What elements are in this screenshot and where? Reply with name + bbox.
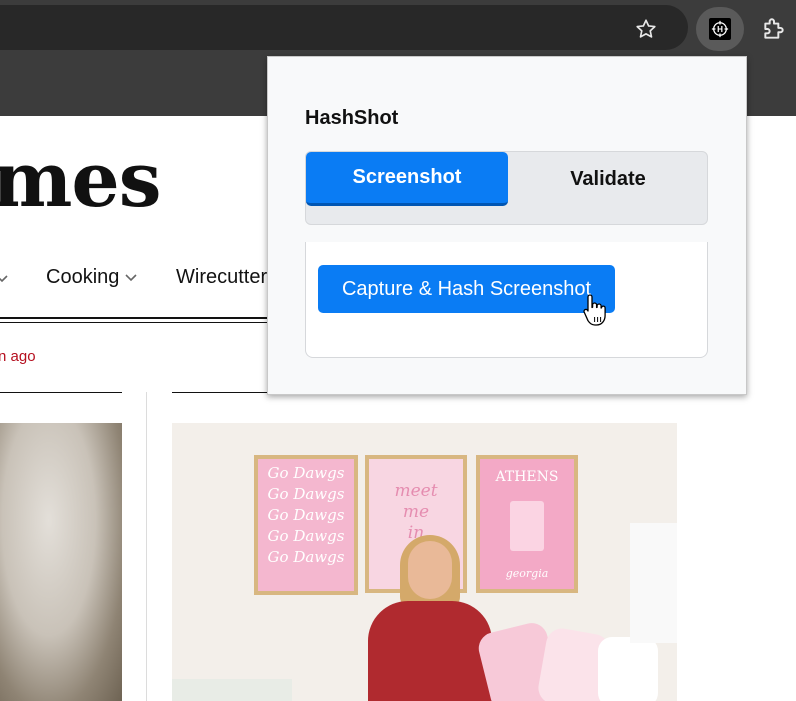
tab-bar: Screenshot Validate <box>305 151 708 225</box>
puzzle-icon[interactable] <box>758 14 790 44</box>
poster-text: meet me in <box>394 481 438 543</box>
tab-screenshot[interactable]: Screenshot <box>306 152 508 206</box>
person-face <box>408 541 452 599</box>
browser-toolbar: H <box>0 0 796 58</box>
popup-title: HashShot <box>305 107 399 129</box>
divider <box>172 392 268 393</box>
poster: ATHENS georgia <box>476 455 578 593</box>
chevron-down-icon[interactable] <box>0 266 8 289</box>
hashshot-popup: HashShot Screenshot Validate Capture & H… <box>267 56 747 395</box>
tab-validate[interactable]: Validate <box>508 152 708 206</box>
capture-hash-button[interactable]: Capture & Hash Screenshot <box>318 265 615 313</box>
hashshot-extension-icon: H <box>709 18 731 40</box>
nav-item-cooking[interactable]: Cooking <box>46 266 137 289</box>
article-photo[interactable] <box>0 423 122 701</box>
nav-item-label: Cooking <box>46 266 120 288</box>
chevron-down-icon <box>125 274 137 281</box>
poster: Go Dawgs Go Dawgs Go Dawgs Go Dawgs Go Dawgs <box>254 455 358 595</box>
nav-item-label: Wirecutter <box>176 266 268 288</box>
pillow <box>598 637 658 701</box>
hashshot-extension-button[interactable]: H <box>696 7 744 51</box>
divider <box>0 317 290 319</box>
screenshot-panel: Capture & Hash Screenshot <box>305 242 708 358</box>
svg-text:H: H <box>717 25 723 34</box>
bed-blanket <box>172 679 292 701</box>
poster-text: Go Dawgs Go Dawgs Go Dawgs Go Dawgs Go Dawgs <box>267 464 345 566</box>
poster-text: ATHENS <box>495 469 559 485</box>
divider <box>0 322 290 323</box>
hand-cursor-icon <box>583 293 607 332</box>
address-bar[interactable] <box>0 5 688 50</box>
divider <box>0 392 122 393</box>
poster-text: georgia <box>505 567 549 580</box>
person-blouse <box>368 601 492 701</box>
site-logo[interactable]: mes <box>0 142 162 218</box>
nav-item-wirecutter[interactable]: Wirecutter <box>176 266 267 289</box>
article-photo[interactable]: Go Dawgs Go Dawgs Go Dawgs Go Dawgs Go Dawgs… <box>172 423 677 701</box>
headboard <box>630 523 677 643</box>
timestamp: n ago <box>0 348 36 365</box>
star-icon[interactable] <box>630 13 662 45</box>
column-divider <box>146 392 147 701</box>
georgia-map-shape <box>510 501 544 551</box>
